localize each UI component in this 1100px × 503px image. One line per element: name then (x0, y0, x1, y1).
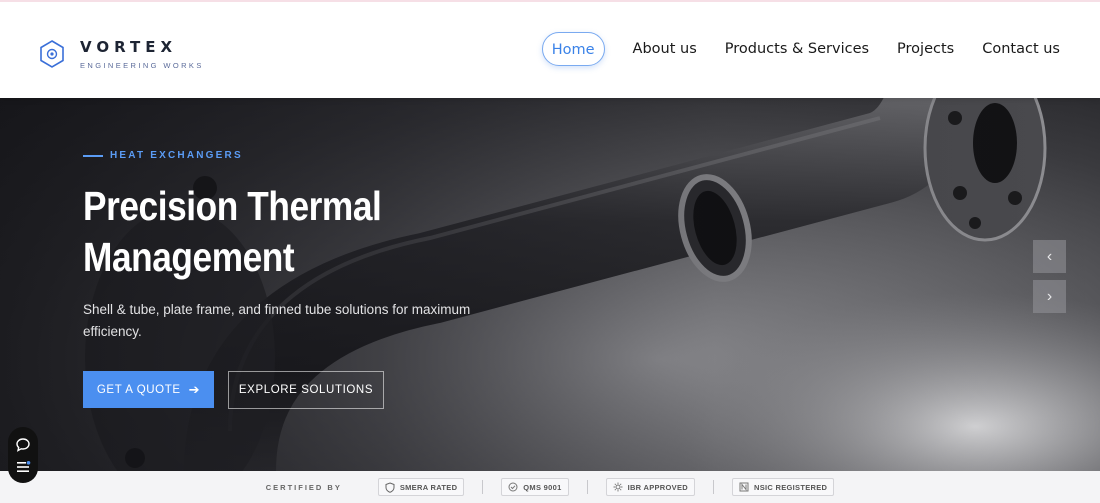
get-a-quote-label: GET A QUOTE (96, 383, 181, 396)
explore-solutions-button[interactable]: EXPLORE SOLUTIONS (228, 371, 384, 409)
hero-title-line1: Precision Thermal (83, 183, 382, 229)
n-badge-icon (739, 482, 749, 492)
hero-title: Precision Thermal Management (83, 181, 444, 283)
divider (712, 480, 714, 494)
explore-solutions-label: EXPLORE SOLUTIONS (238, 384, 374, 396)
chat-bubble-icon[interactable] (15, 437, 31, 453)
nav-projects[interactable]: Projects (897, 32, 954, 66)
eyebrow-line (83, 154, 103, 157)
hero-eyebrow-text: HEAT EXCHANGERS (110, 150, 243, 161)
chevron-right-icon: › (1046, 287, 1053, 305)
brand-name: VORTEX (80, 38, 178, 56)
arrow-right-icon: ➔ (188, 381, 201, 397)
certifications-strip: CERTIFIED BY SMERA RATED QMS 9001 IBR AP… (0, 471, 1100, 503)
main-nav: Home About us Products & Services Projec… (541, 32, 1060, 66)
get-a-quote-button[interactable]: GET A QUOTE ➔ (83, 371, 214, 408)
hero-description: Shell & tube, plate frame, and finned tu… (83, 302, 471, 339)
chevron-left-icon: ‹ (1046, 247, 1053, 265)
slider-prev-button[interactable]: ‹ (1033, 240, 1066, 273)
hero-slider: HEAT EXCHANGERS Precision Thermal Manage… (0, 98, 1100, 471)
shield-icon (385, 481, 395, 493)
certified-by-label: CERTIFIED BY (265, 482, 342, 492)
hero-buttons: GET A QUOTE ➔ EXPLORE SOLUTIONS (83, 371, 503, 409)
brand-tagline: ENGINEERING WORKS (80, 61, 204, 70)
site-header: VORTEX ENGINEERING WORKS Home About us P… (0, 0, 1100, 98)
check-circle-icon (508, 482, 518, 492)
hero-content: HEAT EXCHANGERS Precision Thermal Manage… (83, 150, 503, 409)
divider (482, 480, 484, 494)
divider (586, 480, 588, 494)
sun-icon (613, 482, 623, 492)
cert-badge-ibr: IBR APPROVED (605, 478, 695, 496)
cert-badge-qms: QMS 9001 (501, 478, 569, 496)
brand-logo[interactable]: VORTEX ENGINEERING WORKS (40, 38, 204, 70)
hexagon-logo-icon (40, 40, 64, 68)
nav-contact-us[interactable]: Contact us (982, 32, 1060, 66)
nav-about-us[interactable]: About us (633, 32, 697, 66)
menu-icon[interactable] (15, 460, 31, 474)
nav-home[interactable]: Home (541, 32, 605, 66)
hero-eyebrow: HEAT EXCHANGERS (83, 150, 503, 161)
hero-title-line2: Management (83, 234, 295, 280)
chat-widget[interactable] (8, 427, 38, 483)
nav-products-services[interactable]: Products & Services (725, 32, 869, 66)
cert-badge-nsic: NSIC REGISTERED (731, 478, 835, 496)
cert-badge-smera: SMERA RATED (377, 478, 465, 496)
slider-next-button[interactable]: › (1033, 280, 1066, 313)
